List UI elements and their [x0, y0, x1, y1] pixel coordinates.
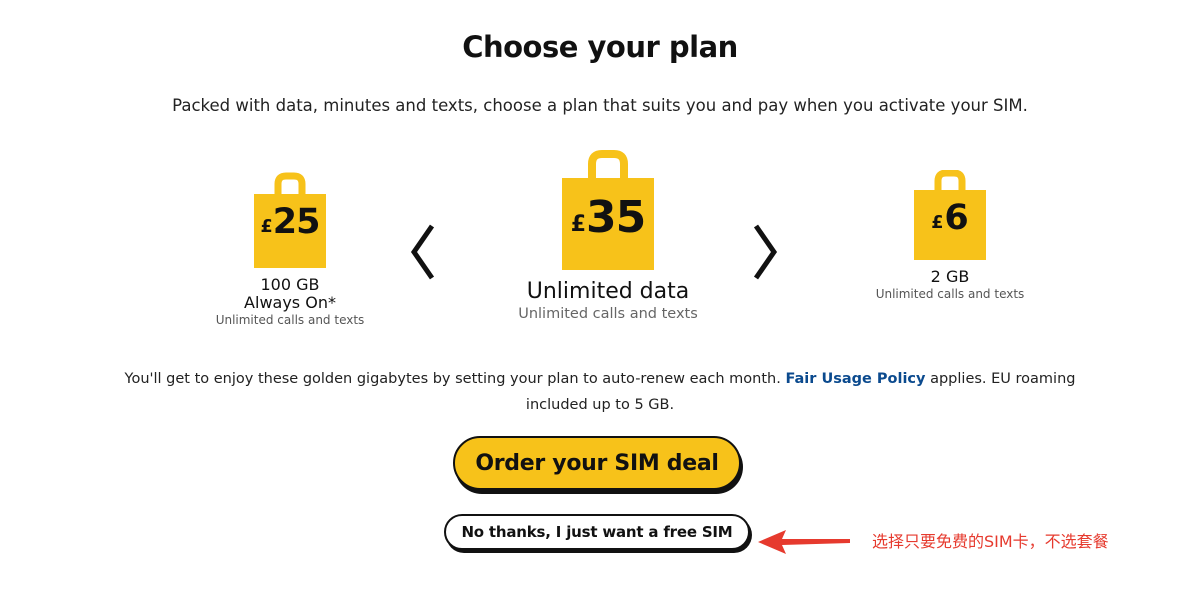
plan-card-25[interactable]: £25 100 GB Always On* Unlimited calls an… [200, 172, 380, 327]
plan-details: Unlimited calls and texts [875, 287, 1025, 301]
shopping-bag-icon: £6 [914, 170, 986, 260]
info-text-before: You'll get to enjoy these golden gigabyt… [124, 371, 786, 387]
carousel-next-button[interactable] [750, 222, 780, 282]
page-subtitle: Packed with data, minutes and texts, cho… [172, 96, 1028, 115]
carousel-prev-button[interactable] [408, 222, 438, 282]
chevron-left-icon [410, 224, 435, 280]
order-sim-deal-button[interactable]: Order your SIM deal [453, 436, 741, 490]
shopping-bag-icon: £35 [562, 150, 654, 270]
fair-usage-policy-link[interactable]: Fair Usage Policy [785, 371, 925, 387]
plan-price: £35 [570, 192, 647, 243]
plan-info-text: You'll get to enjoy these golden gigabyt… [100, 366, 1100, 418]
annotation-note: 选择只要免费的SIM卡，不选套餐 [872, 532, 1109, 551]
plan-card-35[interactable]: £35 Unlimited data Unlimited calls and t… [480, 150, 736, 322]
plan-data: Unlimited data [526, 279, 690, 304]
plan-data: 2 GB [930, 267, 970, 286]
plan-details: Unlimited calls and texts [215, 313, 365, 327]
page-title: Choose your plan [462, 30, 738, 64]
shopping-bag-icon: £25 [254, 172, 326, 268]
plan-data-extra: Always On* [244, 293, 336, 312]
plan-details: Unlimited calls and texts [518, 306, 698, 322]
plan-price: £25 [260, 202, 321, 242]
plan-price: £6 [931, 198, 969, 238]
chevron-right-icon [753, 224, 778, 280]
annotation-arrow-icon [758, 530, 850, 554]
plan-data: 100 GB [260, 275, 320, 294]
plan-card-6[interactable]: £6 2 GB Unlimited calls and texts [860, 170, 1040, 301]
free-sim-button[interactable]: No thanks, I just want a free SIM [444, 514, 750, 550]
